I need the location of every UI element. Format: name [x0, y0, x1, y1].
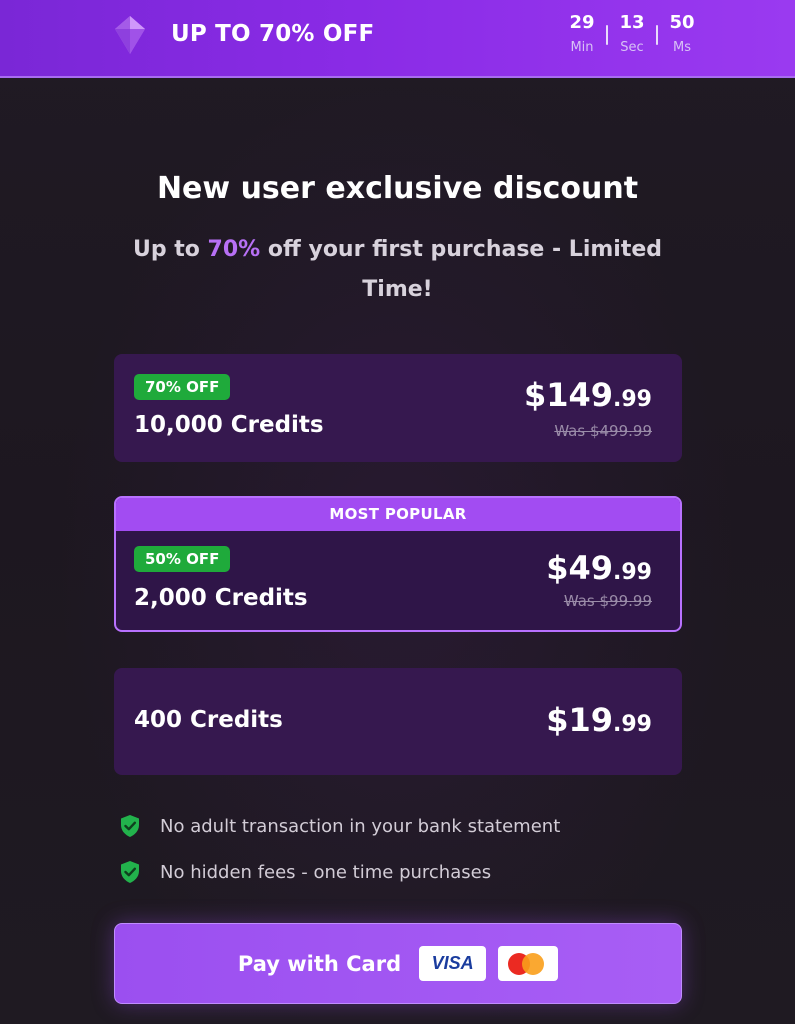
plan-price: $149.99 — [523, 376, 652, 414]
banner-title: UP TO 70% OFF — [171, 21, 375, 47]
countdown-timer: 29 Min 13 Sec 50 Ms — [560, 12, 710, 62]
gem-icon — [115, 16, 145, 54]
timer-ms: 50 Ms — [669, 12, 695, 55]
feature-text: No adult transaction in your bank statem… — [160, 815, 561, 837]
plan-card-400[interactable]: 400 Credits $19.99 — [114, 668, 682, 775]
plan-price: $49.99 — [546, 549, 652, 587]
feature-item: No hidden fees - one time purchases — [119, 858, 491, 886]
most-popular-ribbon: MOST POPULAR — [116, 498, 680, 531]
plan-card-2000[interactable]: MOST POPULAR 50% OFF 2,000 Credits $49.9… — [114, 496, 682, 632]
discount-badge: 50% OFF — [134, 546, 231, 572]
original-price: Was $99.99 — [563, 592, 652, 610]
feature-text: No hidden fees - one time purchases — [160, 861, 492, 883]
visa-logo: VISA — [419, 946, 487, 981]
timer-seconds: 13 Sec — [619, 12, 645, 55]
discount-badge: 70% OFF — [134, 374, 231, 400]
feature-item: No adult transaction in your bank statem… — [119, 812, 560, 840]
pay-button-label: Pay with Card — [237, 951, 402, 976]
timer-minutes: 29 Min — [569, 12, 595, 55]
plan-credits: 10,000 Credits — [134, 412, 324, 438]
original-price: Was $499.99 — [554, 422, 652, 440]
discount-highlight: 70% — [207, 237, 261, 262]
timer-separator — [606, 25, 608, 45]
plan-card-10000[interactable]: 70% OFF 10,000 Credits $149.99 Was $499.… — [114, 354, 682, 462]
pay-with-card-button[interactable]: Pay with Card VISA — [114, 923, 682, 1004]
page-title: New user exclusive discount — [156, 171, 639, 206]
plan-credits: 400 Credits — [134, 707, 283, 733]
promo-banner: UP TO 70% OFF 29 Min 13 Sec 50 Ms — [0, 0, 795, 78]
subtitle: Up to 70% off your first purchase - Limi… — [132, 237, 663, 302]
offer-content: New user exclusive discount Up to 70% of… — [0, 78, 795, 1024]
mastercard-logo — [498, 946, 559, 981]
timer-separator — [656, 25, 658, 45]
plan-credits: 2,000 Credits — [134, 585, 308, 611]
shield-check-icon — [121, 815, 139, 837]
plan-price: $19.99 — [546, 701, 652, 739]
shield-check-icon — [121, 861, 139, 883]
